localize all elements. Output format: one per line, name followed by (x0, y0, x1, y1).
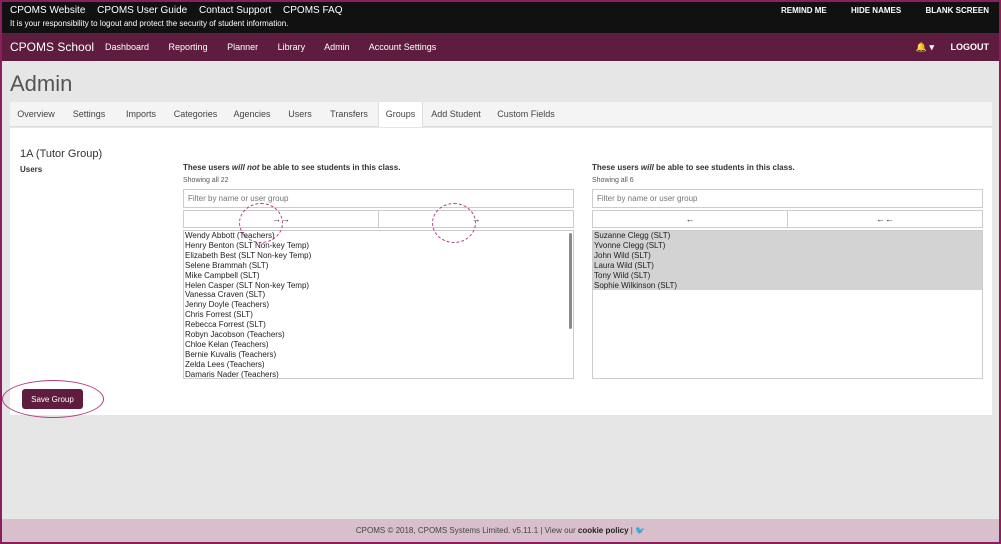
tab-settings[interactable]: Settings (66, 102, 112, 127)
move-selected-right-button[interactable]: → (379, 211, 573, 227)
included-filter-input[interactable] (592, 189, 983, 208)
main-nav: CPOMS School Dashboard Reporting Planner… (2, 33, 999, 61)
footer: CPOMS © 2018, CPOMS Systems Limited. v5.… (2, 519, 999, 542)
list-item[interactable]: Selene Brammah (SLT) (184, 261, 573, 271)
blank-screen-button[interactable]: BLANK SCREEN (925, 6, 989, 15)
page-frame: CPOMS Website CPOMS User Guide Contact S… (2, 2, 999, 542)
annotation-ring-move (432, 203, 476, 243)
tab-add-student[interactable]: Add Student (425, 102, 487, 127)
security-note: It is your responsibility to logout and … (10, 19, 289, 28)
list-scrollbar[interactable] (569, 233, 572, 329)
nav-items: Dashboard Reporting Planner Library Admi… (105, 42, 453, 52)
list-item[interactable]: Helen Casper (SLT Non-key Temp) (184, 281, 573, 291)
list-item[interactable]: Elizabeth Best (SLT Non-key Temp) (184, 251, 573, 261)
nav-item-dashboard[interactable]: Dashboard (105, 42, 149, 52)
excluded-heading-post: be able to see students in this class. (259, 163, 401, 172)
tab-users[interactable]: Users (280, 102, 320, 127)
excluded-filter-input[interactable] (183, 189, 574, 208)
list-item[interactable]: Sophie Wilkinson (SLT) (593, 280, 982, 291)
nav-right: 🔔 ▾ LOGOUT (916, 42, 989, 53)
tab-groups[interactable]: Groups (378, 102, 423, 127)
excluded-users-column: These users will not be able to see stud… (183, 163, 574, 379)
list-item[interactable]: Chris Forrest (SLT) (184, 310, 573, 320)
nav-item-library[interactable]: Library (278, 42, 306, 52)
list-item[interactable]: Laura Wild (SLT) (593, 260, 982, 271)
group-panel: 1A (Tutor Group) Users These users will … (10, 128, 992, 415)
list-item[interactable]: Yvonne Clegg (SLT) (593, 240, 982, 251)
nav-item-planner[interactable]: Planner (227, 42, 258, 52)
included-heading-post: be able to see students in this class. (653, 163, 795, 172)
top-right-actions: REMIND ME HIDE NAMES BLANK SCREEN (759, 6, 989, 15)
logout-button[interactable]: LOGOUT (951, 42, 990, 52)
nav-item-account-settings[interactable]: Account Settings (369, 42, 437, 52)
list-item[interactable]: Chloe Kelan (Teachers) (184, 340, 573, 350)
included-users-list[interactable]: Suzanne Clegg (SLT) Yvonne Clegg (SLT) J… (592, 230, 983, 379)
list-item[interactable]: Mike Campbell (SLT) (184, 271, 573, 281)
included-users-column: These users will be able to see students… (592, 163, 983, 379)
excluded-count: Showing all 22 (183, 177, 229, 184)
annotation-ring-move-all (239, 203, 283, 243)
footer-text: CPOMS © 2018, CPOMS Systems Limited. v5.… (355, 526, 578, 535)
hide-names-button[interactable]: HIDE NAMES (851, 6, 901, 15)
excluded-users-list[interactable]: Wendy Abbott (Teachers) Henry Benton (SL… (183, 230, 574, 379)
list-item[interactable]: Jenny Doyle (Teachers) (184, 300, 573, 310)
annotation-ring-save (2, 380, 104, 418)
included-heading-pre: These users (592, 163, 641, 172)
bell-icon[interactable]: 🔔 ▾ (916, 42, 934, 53)
excluded-heading-em: will not (231, 163, 260, 172)
admin-tabs: Overview Settings Imports Categories Age… (10, 102, 992, 127)
tab-overview[interactable]: Overview (10, 102, 62, 127)
excluded-heading: These users will not be able to see stud… (183, 163, 574, 172)
move-all-left-button[interactable]: ←← (788, 211, 982, 227)
tab-transfers[interactable]: Transfers (322, 102, 376, 127)
top-link-website[interactable]: CPOMS Website (10, 5, 85, 16)
twitter-icon[interactable]: 🐦 (635, 526, 645, 535)
tab-agencies[interactable]: Agencies (226, 102, 278, 127)
excluded-heading-pre: These users (183, 163, 232, 172)
list-item[interactable]: Bernie Kuvalis (Teachers) (184, 350, 573, 360)
remind-me-button[interactable]: REMIND ME (781, 6, 827, 15)
page-title: Admin (10, 71, 73, 96)
top-links: CPOMS Website CPOMS User Guide Contact S… (10, 5, 351, 16)
list-item[interactable]: Henry Benton (SLT Non-key Temp) (184, 241, 573, 251)
tab-imports[interactable]: Imports (116, 102, 166, 127)
nav-item-admin[interactable]: Admin (324, 42, 350, 52)
tab-categories[interactable]: Categories (168, 102, 223, 127)
top-link-contact-support[interactable]: Contact Support (199, 5, 271, 16)
list-item[interactable]: Robyn Jacobson (Teachers) (184, 330, 573, 340)
list-item[interactable]: Tony Wild (SLT) (593, 270, 982, 281)
tab-custom-fields[interactable]: Custom Fields (491, 102, 561, 127)
users-label: Users (20, 165, 43, 174)
cookie-policy-link[interactable]: cookie policy (578, 526, 629, 535)
included-heading: These users will be able to see students… (592, 163, 983, 172)
included-count: Showing all 6 (592, 177, 634, 184)
move-selected-left-button[interactable]: ← (593, 211, 788, 227)
list-item[interactable]: Rebecca Forrest (SLT) (184, 320, 573, 330)
top-link-user-guide[interactable]: CPOMS User Guide (97, 5, 187, 16)
included-heading-em: will (640, 163, 654, 172)
list-item[interactable]: Zelda Lees (Teachers) (184, 360, 573, 370)
top-link-faq[interactable]: CPOMS FAQ (283, 5, 342, 16)
list-item[interactable]: Suzanne Clegg (SLT) (593, 231, 982, 241)
brand-name[interactable]: CPOMS School (10, 40, 94, 54)
list-item[interactable]: Vanessa Craven (SLT) (184, 290, 573, 300)
group-title: 1A (Tutor Group) (20, 148, 103, 160)
top-bar: CPOMS Website CPOMS User Guide Contact S… (2, 2, 999, 33)
included-button-row: ← ←← (592, 210, 983, 228)
list-item[interactable]: Damaris Nader (Teachers) (184, 370, 573, 378)
list-item[interactable]: John Wild (SLT) (593, 250, 982, 261)
nav-item-reporting[interactable]: Reporting (169, 42, 208, 52)
